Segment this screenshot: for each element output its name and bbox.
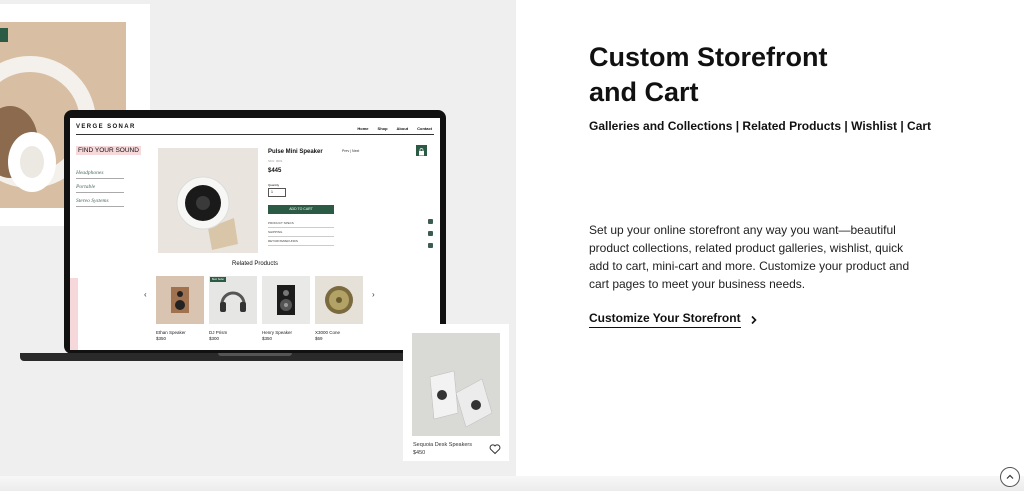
bag-icon[interactable] xyxy=(416,145,427,156)
mock-related-title: Related Products xyxy=(231,261,279,267)
related-item-price: $350 xyxy=(262,336,273,341)
footer-fade xyxy=(0,476,1024,491)
section-subtitle: Galleries and Collections | Related Prod… xyxy=(589,119,932,133)
mock-add-to-cart-button[interactable]: ADD TO CART xyxy=(268,205,334,214)
mock-find-label: FIND YOUR SOUND xyxy=(76,146,141,155)
mock-related-item[interactable]: Henry Speaker $350 xyxy=(262,276,310,341)
mock-nav-shop[interactable]: Shop xyxy=(378,126,388,131)
related-item-badge: Best Seller xyxy=(210,277,227,282)
mock-product-sku: SKU: 0001 xyxy=(268,159,283,163)
instagram-icon[interactable] xyxy=(428,219,433,224)
mock-product-image xyxy=(158,148,258,253)
mock-brand: VERGE SONAR xyxy=(76,124,136,130)
mock-related-item[interactable]: Ethan Speaker $350 xyxy=(156,276,204,341)
cta-label[interactable]: Customize Your Storefront xyxy=(589,311,741,328)
mock-category-item[interactable]: Headphones xyxy=(76,168,124,179)
mock-nav-contact[interactable]: Contact xyxy=(417,126,432,131)
section-title-line: Custom Storefront xyxy=(589,42,828,72)
mock-info-link[interactable]: RETURNS/REFUNDS xyxy=(268,237,334,246)
related-item-name: Henry Speaker xyxy=(262,330,293,335)
showcase-stage: VERGE SONAR Home Shop About Contact FIND… xyxy=(0,0,516,476)
mock-pink-accent xyxy=(70,278,78,350)
section-title-line: and Cart xyxy=(589,77,699,108)
related-item-image xyxy=(156,276,204,324)
heart-icon[interactable] xyxy=(489,442,501,455)
desk-speakers-photo xyxy=(412,333,500,436)
mock-related-item[interactable]: Best Seller DJ Prism $300 xyxy=(209,276,257,341)
wishlist-card[interactable]: Sequoia Desk Speakers $450 xyxy=(403,324,509,461)
related-item-price: $69 xyxy=(315,336,323,341)
chevron-right-icon[interactable]: › xyxy=(372,290,375,299)
mock-info-link[interactable]: SHIPPING xyxy=(268,228,334,237)
mock-prev-next[interactable]: Prev | Next xyxy=(342,149,359,153)
mock-info-link[interactable]: PRODUCT SPECS xyxy=(268,219,334,228)
related-item-image xyxy=(315,276,363,324)
chevron-left-icon[interactable]: ‹ xyxy=(144,290,147,299)
related-item-name: DJ Prism xyxy=(209,330,228,335)
related-item-price: $300 xyxy=(209,336,220,341)
customize-storefront-link[interactable]: Customize Your Storefront xyxy=(589,311,759,328)
green-tab xyxy=(0,28,8,42)
mock-category-item[interactable]: Stereo Systems xyxy=(76,196,124,207)
twitter-icon[interactable] xyxy=(428,231,433,236)
mock-social-icons xyxy=(428,219,433,248)
mock-category-item[interactable]: Portable xyxy=(76,182,124,193)
related-item-price: $350 xyxy=(156,336,167,341)
wishlist-item-name: Sequoia Desk Speakers xyxy=(413,442,473,448)
mock-quantity-label: Quantity xyxy=(268,183,280,187)
chevron-right-icon xyxy=(751,315,757,324)
facebook-icon[interactable] xyxy=(428,243,433,248)
mock-nav-home[interactable]: Home xyxy=(357,126,368,131)
section-description: Set up your online storefront any way yo… xyxy=(589,223,910,291)
laptop-notch xyxy=(218,353,292,356)
laptop-screen: VERGE SONAR Home Shop About Contact FIND… xyxy=(70,118,440,350)
related-item-name: Ethan Speaker xyxy=(156,330,186,335)
mock-related-item[interactable]: X3000 Cone $69 xyxy=(315,276,363,341)
related-item-image: Best Seller xyxy=(209,276,257,324)
arrow-up-icon[interactable] xyxy=(1000,467,1020,487)
related-item-name: X3000 Cone xyxy=(315,330,341,335)
mock-product-title: Pulse Mini Speaker xyxy=(268,149,323,155)
mock-product-price: $445 xyxy=(268,168,282,174)
mock-header-divider xyxy=(76,134,434,135)
section-title: Custom Storefront and Cart xyxy=(589,40,828,110)
wishlist-item-price: $450 xyxy=(413,450,426,456)
laptop-mockup: VERGE SONAR Home Shop About Contact FIND… xyxy=(64,110,446,354)
mock-nav: Home Shop About Contact xyxy=(357,126,432,131)
related-item-image xyxy=(262,276,310,324)
mock-related-list: Ethan Speaker $350 Best Seller DJ Prism … xyxy=(156,276,363,341)
mock-nav-about[interactable]: About xyxy=(397,126,409,131)
mock-info-links: PRODUCT SPECS SHIPPING RETURNS/REFUNDS xyxy=(268,219,334,246)
mock-quantity-field[interactable]: 1 xyxy=(268,188,286,197)
mock-category-list: Headphones Portable Stereo Systems xyxy=(76,168,124,210)
